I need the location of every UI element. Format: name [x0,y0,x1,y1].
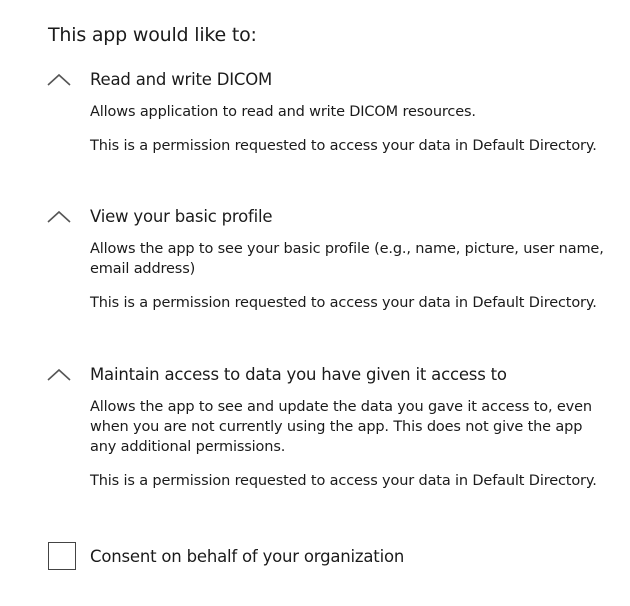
permission-description: Allows the app to see and update the dat… [90,399,592,455]
permission-description: Allows the app to see your basic profile… [90,241,604,277]
permission-toggle-profile[interactable]: View your basic profile [44,203,604,229]
permission-toggle-dicom[interactable]: Read and write DICOM [44,66,604,92]
permission-note: This is a permission requested to access… [90,138,597,154]
chevron-up-icon [44,206,74,226]
permission-item-offline-access: Maintain access to data you have given i… [44,361,604,491]
consent-label: Consent on behalf of your organization [90,546,405,566]
consent-checkbox-row[interactable]: Consent on behalf of your organization [48,542,404,570]
consent-checkbox[interactable] [48,542,76,570]
permission-title: Maintain access to data you have given i… [90,364,507,384]
permission-title: Read and write DICOM [90,69,273,89]
permission-note: This is a permission requested to access… [90,473,597,489]
permission-item-dicom: Read and write DICOM Allows application … [44,66,604,156]
permission-note: This is a permission requested to access… [90,295,597,311]
permission-item-profile: View your basic profile Allows the app t… [44,203,604,313]
permissions-heading: This app would like to: [48,24,257,46]
permission-description: Allows application to read and write DIC… [90,104,476,120]
permission-toggle-offline-access[interactable]: Maintain access to data you have given i… [44,361,604,387]
chevron-up-icon [44,364,74,384]
chevron-up-icon [44,69,74,89]
permission-title: View your basic profile [90,206,273,226]
